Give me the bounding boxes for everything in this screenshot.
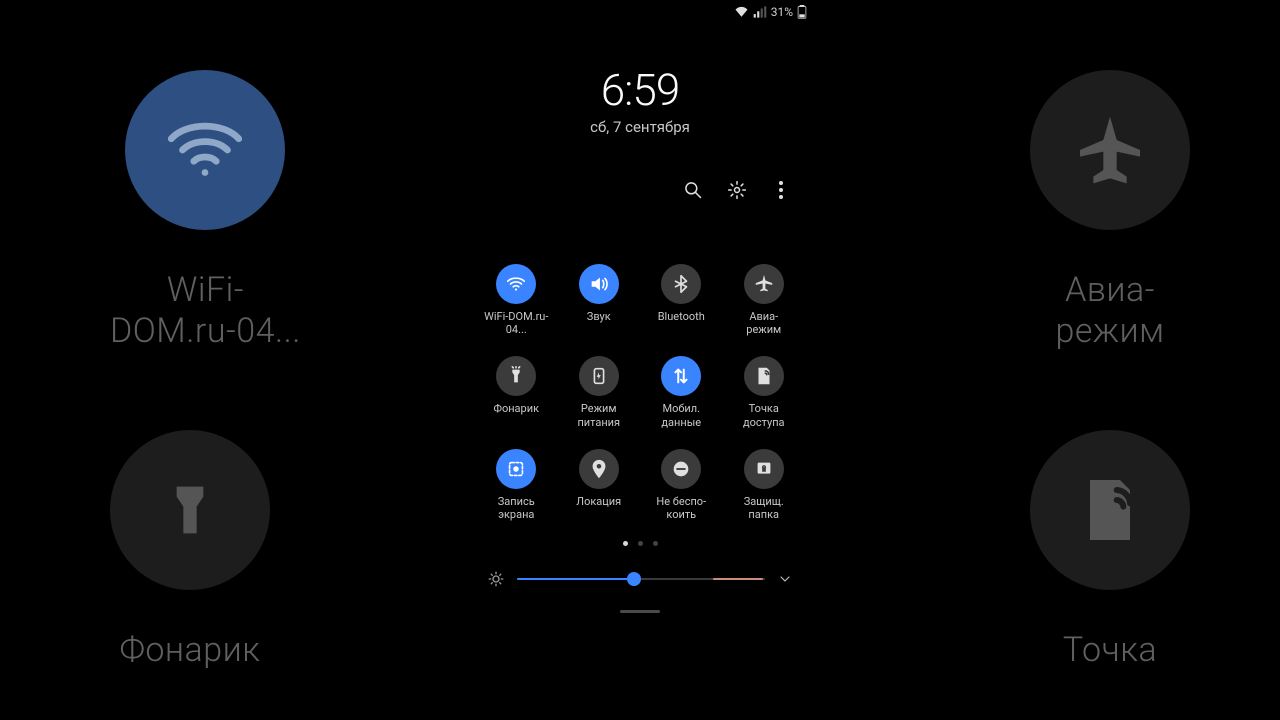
expand-button[interactable] — [777, 571, 793, 587]
hotspot-icon — [753, 365, 775, 387]
secure-icon — [753, 458, 775, 480]
page-dot[interactable] — [638, 541, 643, 546]
toggle-dnd[interactable]: Не беспо- коить — [640, 449, 723, 521]
page-indicator[interactable] — [463, 541, 817, 546]
bluetooth-icon — [670, 273, 692, 295]
toggle-label: Звук — [587, 310, 611, 336]
more-vert-icon — [779, 181, 783, 199]
time-label: 6:59 — [463, 64, 817, 116]
bg-tile-airplane: Авиа- режим — [1030, 70, 1190, 352]
more-button[interactable] — [771, 180, 791, 200]
flashlight-icon — [150, 470, 230, 550]
brightness-icon — [487, 570, 505, 588]
brightness-slider[interactable] — [517, 570, 765, 588]
phone-frame: 31% 6:59 сб, 7 сентября WiFi-DOM.ru-04..… — [463, 0, 817, 720]
toggle-label: Защищ. папка — [744, 495, 784, 521]
wifi-status-icon — [734, 6, 749, 18]
toggle-secure[interactable]: Защищ. папка — [723, 449, 806, 521]
page-dot[interactable] — [623, 541, 628, 546]
hotspot-icon — [1070, 470, 1150, 550]
toggle-airplane[interactable]: Авиа- режим — [723, 264, 806, 336]
record-icon — [505, 458, 527, 480]
data-icon — [670, 365, 692, 387]
location-icon — [588, 458, 610, 480]
battery-icon — [797, 5, 807, 19]
toggle-label: Запись экрана — [498, 495, 535, 521]
toggle-label: Режим питания — [577, 402, 620, 428]
airplane-icon — [1070, 110, 1150, 190]
toggle-record[interactable]: Запись экрана — [475, 449, 558, 521]
bg-tile-label: Точка — [1030, 630, 1190, 671]
power-icon — [588, 365, 610, 387]
toggle-label: Точка доступа — [743, 402, 785, 428]
toggle-label: Фонарик — [493, 402, 539, 428]
panel-actions — [463, 180, 817, 200]
clock-block: 6:59 сб, 7 сентября — [463, 64, 817, 136]
wifi-icon — [505, 273, 527, 295]
bg-tile-label: Авиа- режим — [1030, 270, 1190, 352]
toggle-sound[interactable]: Звук — [558, 264, 641, 336]
toggle-location[interactable]: Локация — [558, 449, 641, 521]
toggle-wifi[interactable]: WiFi-DOM.ru-04... — [475, 264, 558, 336]
wifi-icon — [160, 105, 250, 195]
toggle-hotspot[interactable]: Точка доступа — [723, 356, 806, 428]
search-button[interactable] — [683, 180, 703, 200]
toggle-label: Не беспо- коить — [656, 495, 706, 521]
quick-settings-grid: WiFi-DOM.ru-04... Звук Bluetooth Авиа- режи… — [463, 264, 817, 521]
bg-tile-hotspot: Точка — [1030, 430, 1190, 671]
toggle-power[interactable]: Режим питания — [558, 356, 641, 428]
toggle-data[interactable]: Мобил. данные — [640, 356, 723, 428]
signal-icon — [753, 6, 767, 18]
toggle-flashlight[interactable]: Фонарик — [475, 356, 558, 428]
airplane-icon — [753, 273, 775, 295]
search-icon — [683, 180, 703, 200]
toggle-bluetooth[interactable]: Bluetooth — [640, 264, 723, 336]
bg-tile-wifi: WiFi- DOM.ru-04... — [110, 70, 301, 352]
battery-percent: 31% — [771, 5, 793, 19]
toggle-label: Bluetooth — [658, 310, 705, 336]
brightness-row — [463, 570, 817, 588]
gear-icon — [727, 180, 747, 200]
sound-icon — [588, 273, 610, 295]
dnd-icon — [670, 458, 692, 480]
date-label: сб, 7 сентября — [463, 118, 817, 136]
toggle-label: WiFi-DOM.ru-04... — [477, 310, 555, 336]
page-dot[interactable] — [653, 541, 658, 546]
bg-tile-flashlight: Фонарик — [110, 430, 270, 671]
nav-pill[interactable] — [620, 610, 660, 613]
toggle-label: Мобил. данные — [661, 402, 701, 428]
toggle-label: Локация — [576, 495, 621, 521]
bg-tile-label: WiFi- DOM.ru-04... — [110, 270, 301, 352]
toggle-label: Авиа- режим — [746, 310, 781, 336]
flashlight-icon — [505, 365, 527, 387]
settings-button[interactable] — [727, 180, 747, 200]
status-bar: 31% — [463, 0, 817, 20]
bg-tile-label: Фонарик — [110, 630, 270, 671]
